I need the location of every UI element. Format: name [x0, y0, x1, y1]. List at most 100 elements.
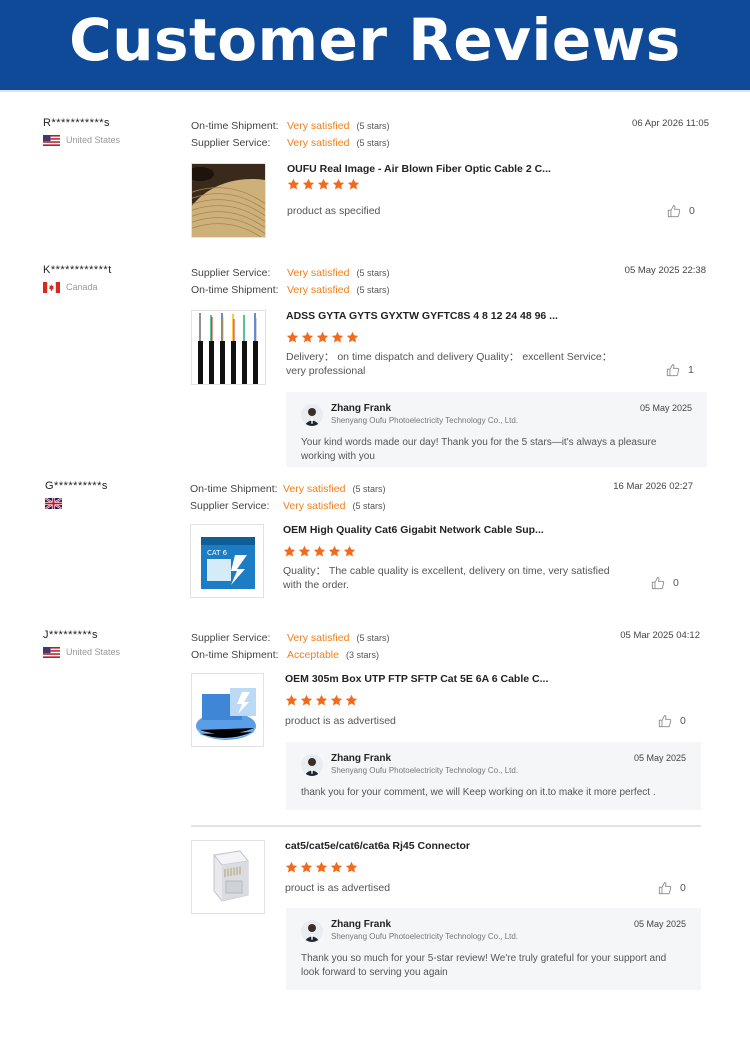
reviewer-name: R***********s: [43, 117, 111, 129]
product-image[interactable]: [191, 840, 265, 914]
reply-company: Shenyang Oufu Photoelectricity Technolog…: [331, 766, 519, 775]
canada-flag-icon: [43, 281, 60, 293]
rating-label: On-time Shipment:: [190, 482, 278, 495]
rating-value: Acceptable: [287, 649, 339, 662]
reply-text: Thank you so much for your 5-star review…: [301, 953, 667, 978]
page-title: Customer Reviews: [69, 6, 681, 74]
review-date: 05 Mar 2025 04:12: [620, 630, 700, 641]
rating-value: Very satisfied: [283, 482, 346, 495]
product-image[interactable]: [191, 673, 264, 747]
rating-label: Supplier Service:: [191, 137, 271, 150]
us-flag-icon: [43, 646, 60, 658]
reviewer-country: Canada: [66, 282, 98, 292]
rating-label: On-time Shipment:: [191, 119, 279, 132]
seller-reply: Zhang Frank Shenyang Oufu Photoelectrici…: [286, 742, 701, 810]
thumbs-up-icon: [658, 715, 672, 728]
like-button[interactable]: 0: [667, 204, 695, 218]
product-image[interactable]: CAT 6: [190, 524, 264, 598]
fiber-cables-image: [192, 311, 265, 384]
star-icon: [330, 694, 343, 706]
star-rating: [285, 694, 358, 707]
like-count: 1: [688, 364, 694, 376]
star-icon: [301, 331, 314, 343]
reviewer-info: G**********s: [45, 480, 108, 509]
thumbs-up-icon: [651, 577, 665, 590]
avatar: [301, 754, 323, 776]
star-icon: [330, 861, 343, 873]
star-icon: [287, 178, 300, 190]
rating-label: Supplier Service:: [191, 266, 271, 279]
product-title[interactable]: cat5/cat5e/cat6/cat6a Rj45 Connector: [285, 840, 470, 852]
star-icon: [285, 861, 298, 873]
avatar: [301, 920, 323, 942]
reply-text: thank you for your comment, we will Keep…: [301, 787, 656, 798]
ratings: Supplier Service: Very satisfied (5 stars)…: [191, 264, 389, 299]
reviewer-country: United States: [66, 647, 121, 657]
star-icon: [328, 545, 341, 557]
reply-author: Zhang Frank: [331, 753, 392, 764]
like-count: 0: [680, 882, 686, 894]
review-date: 16 Mar 2026 02:27: [613, 481, 693, 492]
like-button[interactable]: 0: [658, 714, 686, 728]
avatar: [301, 404, 323, 426]
rating-count: (3 stars): [345, 650, 379, 661]
rating-count: (5 stars): [356, 138, 390, 149]
review-text: product is as advertised: [285, 715, 396, 727]
rating-count: (5 stars): [356, 285, 390, 296]
seller-reply: Zhang Frank Shenyang Oufu Photoelectrici…: [286, 908, 701, 990]
reply-company: Shenyang Oufu Photoelectricity Technolog…: [331, 932, 519, 941]
review-text: product as specified: [287, 205, 381, 217]
reviewer-name: J*********s: [43, 629, 99, 641]
star-rating: [287, 178, 360, 191]
rating-value: Very satisfied: [287, 137, 350, 150]
rating-value: Very satisfied: [287, 631, 350, 644]
product-title[interactable]: OUFU Real Image - Air Blown Fiber Optic …: [287, 163, 551, 175]
product-title[interactable]: OEM 305m Box UTP FTP SFTP Cat 5E 6A 6 Ca…: [285, 673, 548, 685]
divider: [191, 825, 701, 827]
star-icon: [317, 178, 330, 190]
reviewer-info: R***********s United States: [43, 117, 120, 146]
ratings: Supplier Service: Very satisfied (5 stars)…: [191, 629, 389, 664]
review-text: Quality： The cable quality is excellent,…: [283, 565, 610, 591]
reviewer-info: J*********s United States: [43, 629, 120, 658]
like-button[interactable]: 0: [658, 881, 686, 895]
star-icon: [346, 331, 359, 343]
product-title[interactable]: OEM High Quality Cat6 Gigabit Network Ca…: [283, 524, 544, 536]
reply-company: Shenyang Oufu Photoelectricity Technolog…: [331, 416, 519, 425]
rating-count: (5 stars): [352, 483, 386, 494]
rating-value: Very satisfied: [287, 119, 350, 132]
star-icon: [345, 694, 358, 706]
thumbs-up-icon: [658, 882, 672, 895]
review-text: prouct is as advertised: [285, 882, 391, 894]
reply-date: 05 May 2025: [639, 403, 692, 413]
star-icon: [347, 178, 360, 190]
reply-text: Your kind words made our day! Thank you …: [301, 437, 657, 462]
product-image[interactable]: [191, 310, 266, 385]
like-button[interactable]: 1: [666, 363, 694, 377]
cable-box-blue-image: [192, 674, 263, 746]
header-banner: Customer Reviews: [0, 0, 750, 92]
rating-value: Very satisfied: [283, 500, 346, 513]
seller-reply: Zhang Frank Shenyang Oufu Photoelectrici…: [286, 392, 707, 467]
rating-value: Very satisfied: [287, 284, 350, 297]
star-icon: [343, 545, 356, 557]
cable-box-image: CAT 6: [191, 525, 263, 597]
rj45-connector-image: [192, 841, 264, 913]
rating-label: On-time Shipment:: [191, 649, 279, 662]
star-icon: [316, 331, 329, 343]
star-icon: [300, 861, 313, 873]
reviewer-name: K************t: [43, 264, 112, 276]
star-icon: [285, 694, 298, 706]
star-rating: [283, 545, 356, 558]
rating-count: (5 stars): [356, 120, 390, 131]
like-button[interactable]: 0: [651, 576, 679, 590]
svg-text:CAT 6: CAT 6: [207, 549, 228, 557]
reply-author: Zhang Frank: [331, 919, 392, 930]
product-image[interactable]: [191, 163, 266, 238]
review-date: 05 May 2025 22:38: [624, 265, 706, 276]
rating-label: On-time Shipment:: [191, 284, 279, 297]
rating-value: Very satisfied: [287, 266, 350, 279]
product-title[interactable]: ADSS GYTA GYTS GYXTW GYFTC8S 4 8 12 24 4…: [286, 310, 558, 322]
ratings: On-time Shipment: Very satisfied (5 stars)…: [190, 480, 385, 515]
like-count: 0: [673, 577, 679, 589]
